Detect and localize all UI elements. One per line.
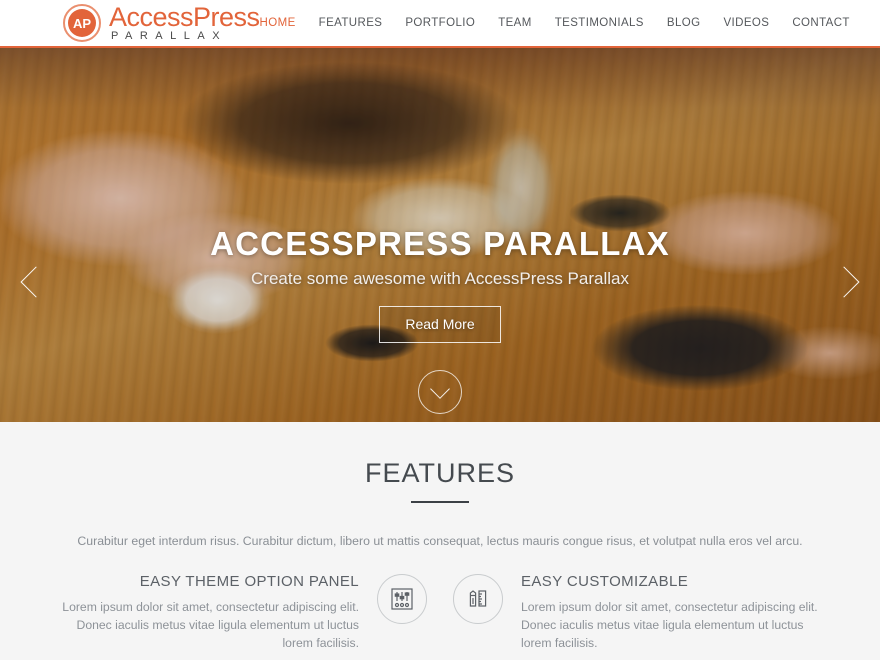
nav-item-videos[interactable]: VIDEOS (723, 17, 769, 29)
features-description: Curabitur eget interdum risus. Curabitur… (77, 534, 803, 548)
main-navigation: HOME FEATURES PORTFOLIO TEAM TESTIMONIAL… (260, 17, 850, 29)
hero-subtitle: Create some awesome with AccessPress Par… (251, 269, 629, 288)
sliders-icon (377, 574, 427, 624)
hero-content: ACCESSPRESS PARALLAX Create some awesome… (0, 226, 880, 343)
read-more-button[interactable]: Read More (379, 306, 501, 343)
feature-body: EASY CUSTOMIZABLE Lorem ipsum dolor sit … (521, 570, 820, 652)
nav-item-blog[interactable]: BLOG (667, 17, 701, 29)
site-header: AP AccessPress PARALLAX HOME FEATURES PO… (0, 0, 880, 48)
features-section: FEATURES Curabitur eget interdum risus. … (0, 422, 880, 660)
feature-title: EASY CUSTOMIZABLE (521, 573, 689, 590)
scroll-down-button[interactable] (418, 370, 462, 414)
nav-item-portfolio[interactable]: PORTFOLIO (405, 17, 475, 29)
feature-body: EASY THEME OPTION PANEL Lorem ipsum dolo… (60, 570, 359, 652)
feature-item-easy-theme-option-panel: EASY THEME OPTION PANEL Lorem ipsum dolo… (60, 570, 427, 652)
nav-item-features[interactable]: FEATURES (319, 17, 383, 29)
nav-item-home[interactable]: HOME (260, 17, 296, 29)
heading-underline (411, 501, 469, 503)
logo-text: AccessPress PARALLAX (109, 4, 260, 42)
feature-text: Lorem ipsum dolor sit amet, consectetur … (62, 600, 359, 650)
features-heading: FEATURES (364, 458, 515, 488)
pencil-ruler-icon (453, 574, 503, 624)
nav-item-team[interactable]: TEAM (498, 17, 532, 29)
hero-slider: ACCESSPRESS PARALLAX Create some awesome… (0, 48, 880, 422)
logo-badge-icon: AP (63, 4, 101, 42)
feature-item-easy-customizable: EASY CUSTOMIZABLE Lorem ipsum dolor sit … (453, 570, 820, 652)
features-grid: EASY THEME OPTION PANEL Lorem ipsum dolo… (0, 570, 880, 660)
hero-title: ACCESSPRESS PARALLAX (210, 225, 670, 262)
feature-text: Lorem ipsum dolor sit amet, consectetur … (521, 600, 818, 650)
feature-title: EASY THEME OPTION PANEL (139, 573, 359, 590)
nav-item-testimonials[interactable]: TESTIMONIALS (555, 17, 644, 29)
logo-title: AccessPress (109, 2, 260, 32)
nav-item-contact[interactable]: CONTACT (792, 17, 850, 29)
logo-badge-text: AP (68, 9, 96, 37)
logo-subtitle: PARALLAX (111, 30, 228, 42)
site-logo[interactable]: AP AccessPress PARALLAX (63, 4, 260, 42)
